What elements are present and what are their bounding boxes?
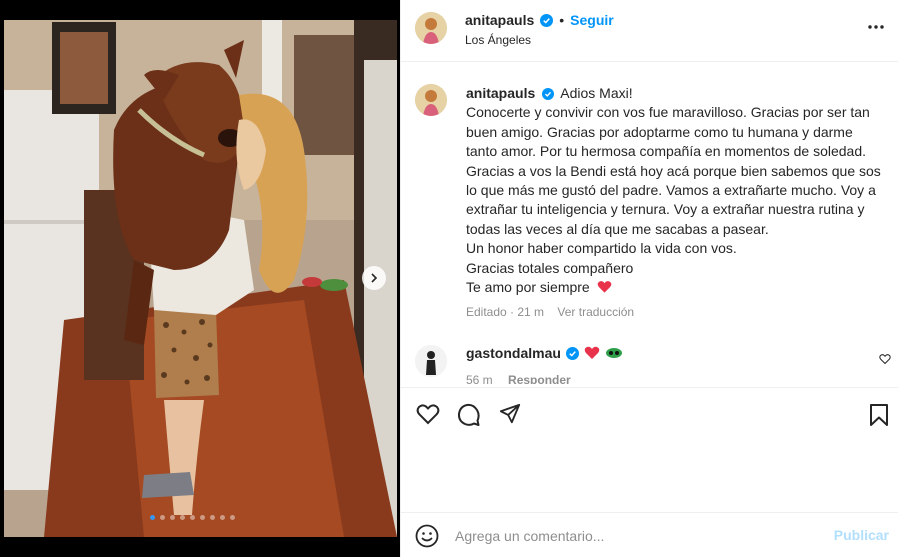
post-author-username[interactable]: anitapauls xyxy=(465,12,534,28)
heart-icon xyxy=(879,354,891,365)
caption-avatar[interactable] xyxy=(415,84,447,116)
avatar[interactable] xyxy=(415,12,447,44)
verified-badge-icon xyxy=(565,346,579,360)
comment-item: gastondalmau 56 m Responder xyxy=(401,340,898,384)
post-actions xyxy=(401,387,898,512)
comment-icon xyxy=(457,403,480,426)
carousel-dot xyxy=(220,515,225,520)
caption-line: Gracias totales compañero xyxy=(466,259,634,276)
see-translation-link[interactable]: Ver traducción xyxy=(557,305,634,319)
comment-time: 56 m xyxy=(466,373,493,384)
carousel-dot xyxy=(170,515,175,520)
reply-link[interactable]: Responder xyxy=(508,373,571,384)
carousel-indicator xyxy=(150,515,235,520)
comment-header: gastondalmau xyxy=(466,345,623,361)
red-heart-emoji-icon xyxy=(597,281,611,293)
more-options-button[interactable] xyxy=(867,18,885,41)
comment-input[interactable] xyxy=(455,525,815,547)
follow-button[interactable]: Seguir xyxy=(570,12,614,28)
share-button[interactable] xyxy=(499,403,521,430)
publish-button[interactable]: Publicar xyxy=(834,527,889,543)
emoji-icon xyxy=(415,524,439,548)
carousel-dot xyxy=(230,515,235,520)
post-side-panel: anitapauls • Seguir Los Ángeles anitapau… xyxy=(400,0,898,557)
caption-line: Un honor haber compartido la vida con vo… xyxy=(466,240,737,257)
verified-badge-icon xyxy=(540,13,554,27)
carousel-dot xyxy=(150,515,155,520)
carousel-dot xyxy=(180,515,185,520)
post-location[interactable]: Los Ángeles xyxy=(465,33,531,47)
caption-username[interactable]: anitapauls xyxy=(466,85,535,101)
separator-dot: • xyxy=(559,12,565,28)
caption-meta: Editado · 21 m Ver traducción xyxy=(466,303,886,322)
chevron-right-icon xyxy=(371,273,378,283)
carousel-dot xyxy=(200,515,205,520)
carousel-dot xyxy=(160,515,165,520)
post-header: anitapauls • Seguir Los Ángeles xyxy=(401,0,898,62)
share-icon xyxy=(499,403,521,424)
post-photo[interactable] xyxy=(4,20,397,537)
red-heart-emoji-icon xyxy=(584,346,600,359)
caption-text: anitapauls Adios Maxi! Conocerte y convi… xyxy=(466,84,886,323)
comment-button[interactable] xyxy=(457,403,481,432)
verified-badge-icon xyxy=(542,88,555,101)
post-media xyxy=(0,0,400,557)
like-button[interactable] xyxy=(416,403,440,430)
carousel-next-button[interactable] xyxy=(362,266,386,290)
caption-line: Te amo por siempre xyxy=(466,279,590,296)
caption-line: Adios Maxi! xyxy=(560,85,633,101)
caption-line: Conocerte y convivir con vos fue maravil… xyxy=(466,104,881,237)
save-button[interactable] xyxy=(869,403,889,432)
edited-time: Editado · 21 m xyxy=(466,305,545,320)
heart-icon xyxy=(416,404,440,425)
more-options-icon xyxy=(868,25,884,29)
eyes-emoji-icon xyxy=(605,348,622,358)
comment-meta: 56 m Responder xyxy=(466,373,571,384)
bookmark-icon xyxy=(870,404,888,426)
comment-like-button[interactable] xyxy=(879,352,891,370)
emoji-button[interactable] xyxy=(415,524,439,553)
comment-avatar[interactable] xyxy=(415,345,447,377)
comment-username[interactable]: gastondalmau xyxy=(466,345,561,361)
carousel-dot xyxy=(190,515,195,520)
carousel-dot xyxy=(210,515,215,520)
comment-composer: Publicar xyxy=(401,512,898,557)
